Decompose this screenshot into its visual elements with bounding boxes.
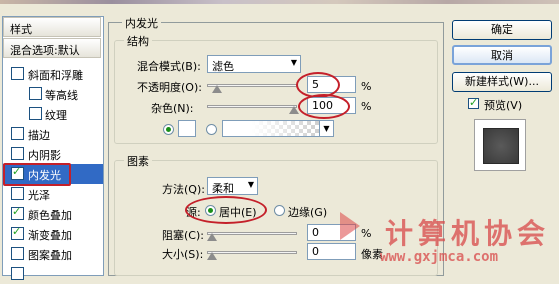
- blend-options-label: 混合选项:默认: [10, 44, 80, 57]
- cancel-button[interactable]: 取消: [452, 45, 552, 65]
- gradient-overlay-checkbox[interactable]: [11, 225, 24, 240]
- ok-button[interactable]: 确定: [452, 20, 552, 40]
- satin-checkbox[interactable]: [11, 187, 24, 200]
- styles-header-label: 样式: [10, 23, 32, 36]
- preview-checkbox[interactable]: ✓: [468, 96, 479, 109]
- new-style-button[interactable]: 新建样式(W)...: [452, 72, 552, 92]
- texture-label: 纹理: [45, 109, 67, 122]
- style-item-contour[interactable]: 等高线: [3, 84, 103, 104]
- blend-options-default[interactable]: 混合选项:默认: [3, 38, 101, 58]
- blend-mode-value: 滤色: [212, 60, 234, 73]
- satin-label: 光泽: [28, 189, 50, 202]
- method-select[interactable]: 柔和 ▼: [207, 177, 258, 195]
- panel-title: 内发光: [122, 15, 161, 31]
- method-label: 方法(Q):: [162, 183, 205, 196]
- glow-color-swatch[interactable]: [178, 120, 196, 137]
- style-item-next[interactable]: [3, 264, 103, 284]
- source-edge-label: 边缘(G): [288, 206, 328, 219]
- size-input[interactable]: 0: [307, 243, 356, 260]
- chevron-down-icon: ▼: [290, 58, 297, 67]
- watermark-logo-icon: [340, 212, 360, 240]
- style-item-inner-shadow[interactable]: 内阴影: [3, 144, 103, 164]
- background-image-strip: [0, 0, 559, 4]
- style-item-color-overlay[interactable]: 颜色叠加: [3, 204, 103, 224]
- contour-label: 等高线: [45, 89, 78, 102]
- choke-slider-track[interactable]: [207, 232, 297, 235]
- inner-shadow-checkbox[interactable]: [11, 147, 24, 160]
- gradient-dropdown-arrow-icon[interactable]: ▼: [319, 120, 334, 137]
- color-overlay-label: 颜色叠加: [28, 209, 72, 222]
- style-item-bevel-emboss[interactable]: 斜面和浮雕: [3, 64, 103, 84]
- size-slider-track[interactable]: [207, 251, 297, 254]
- choke-label: 阻塞(C):: [162, 229, 204, 242]
- structure-title: 结构: [124, 33, 152, 49]
- size-value: 0: [312, 245, 319, 258]
- source-edge-radio[interactable]: [274, 205, 285, 216]
- elements-title: 图素: [124, 153, 152, 169]
- texture-checkbox[interactable]: [29, 107, 42, 120]
- method-value: 柔和: [212, 182, 234, 195]
- choke-unit: %: [361, 227, 372, 240]
- noise-unit: %: [361, 100, 372, 113]
- inner-shadow-label: 内阴影: [28, 149, 61, 162]
- size-slider-thumb[interactable]: [207, 252, 217, 260]
- pattern-overlay-label: 图案叠加: [28, 249, 72, 262]
- watermark-text: 计算机协会: [385, 217, 551, 250]
- stroke-checkbox[interactable]: [11, 127, 24, 140]
- style-item-satin[interactable]: 光泽: [3, 184, 103, 204]
- style-preview-box: [474, 119, 526, 171]
- pattern-overlay-checkbox[interactable]: [11, 247, 24, 260]
- style-item-texture[interactable]: 纹理: [3, 104, 103, 124]
- blend-mode-select[interactable]: 滤色 ▼: [207, 55, 301, 73]
- gradient-radio[interactable]: [206, 124, 217, 135]
- preview-label: 预览(V): [484, 99, 523, 112]
- color-overlay-checkbox[interactable]: [11, 205, 24, 220]
- stroke-label: 描边: [28, 129, 50, 142]
- contour-checkbox[interactable]: [29, 87, 42, 100]
- choke-value: 0: [312, 226, 319, 239]
- noise-label: 杂色(N):: [151, 102, 194, 115]
- styles-list-panel: 样式 混合选项:默认 斜面和浮雕 等高线 纹理 描边 内阴影 内发光 光泽 颜色…: [2, 16, 104, 280]
- watermark-url: www.gxjmca.com: [380, 249, 499, 265]
- bevel-emboss-checkbox[interactable]: [11, 67, 24, 80]
- style-item-gradient-overlay[interactable]: 渐变叠加: [3, 224, 103, 244]
- choke-slider-thumb[interactable]: [207, 233, 217, 241]
- blend-mode-label: 混合模式(B):: [137, 60, 201, 73]
- ok-label: 确定: [491, 23, 513, 36]
- style-item-pattern-overlay[interactable]: 图案叠加: [3, 244, 103, 264]
- inner-glow-highlight: [3, 163, 71, 186]
- styles-header[interactable]: 样式: [3, 17, 101, 37]
- glow-gradient-swatch[interactable]: [222, 120, 320, 137]
- noise-highlight: [298, 94, 350, 119]
- opacity-slider-thumb[interactable]: [212, 85, 222, 93]
- chevron-down-icon: ▼: [247, 180, 254, 189]
- opacity-unit: %: [361, 80, 372, 93]
- gradient-overlay-label: 渐变叠加: [28, 229, 72, 242]
- solid-color-radio[interactable]: [163, 124, 174, 135]
- opacity-label: 不透明度(O):: [137, 81, 202, 94]
- source-center-highlight: [185, 196, 267, 224]
- new-style-label: 新建样式(W)...: [465, 75, 539, 88]
- checkmark-icon: ✓: [469, 96, 479, 109]
- style-preview-swatch: [483, 128, 519, 164]
- size-label: 大小(S):: [162, 248, 204, 261]
- style-item-stroke[interactable]: 描边: [3, 124, 103, 144]
- cancel-label: 取消: [491, 49, 513, 62]
- noise-slider-track[interactable]: [207, 105, 297, 108]
- bevel-emboss-label: 斜面和浮雕: [28, 69, 83, 82]
